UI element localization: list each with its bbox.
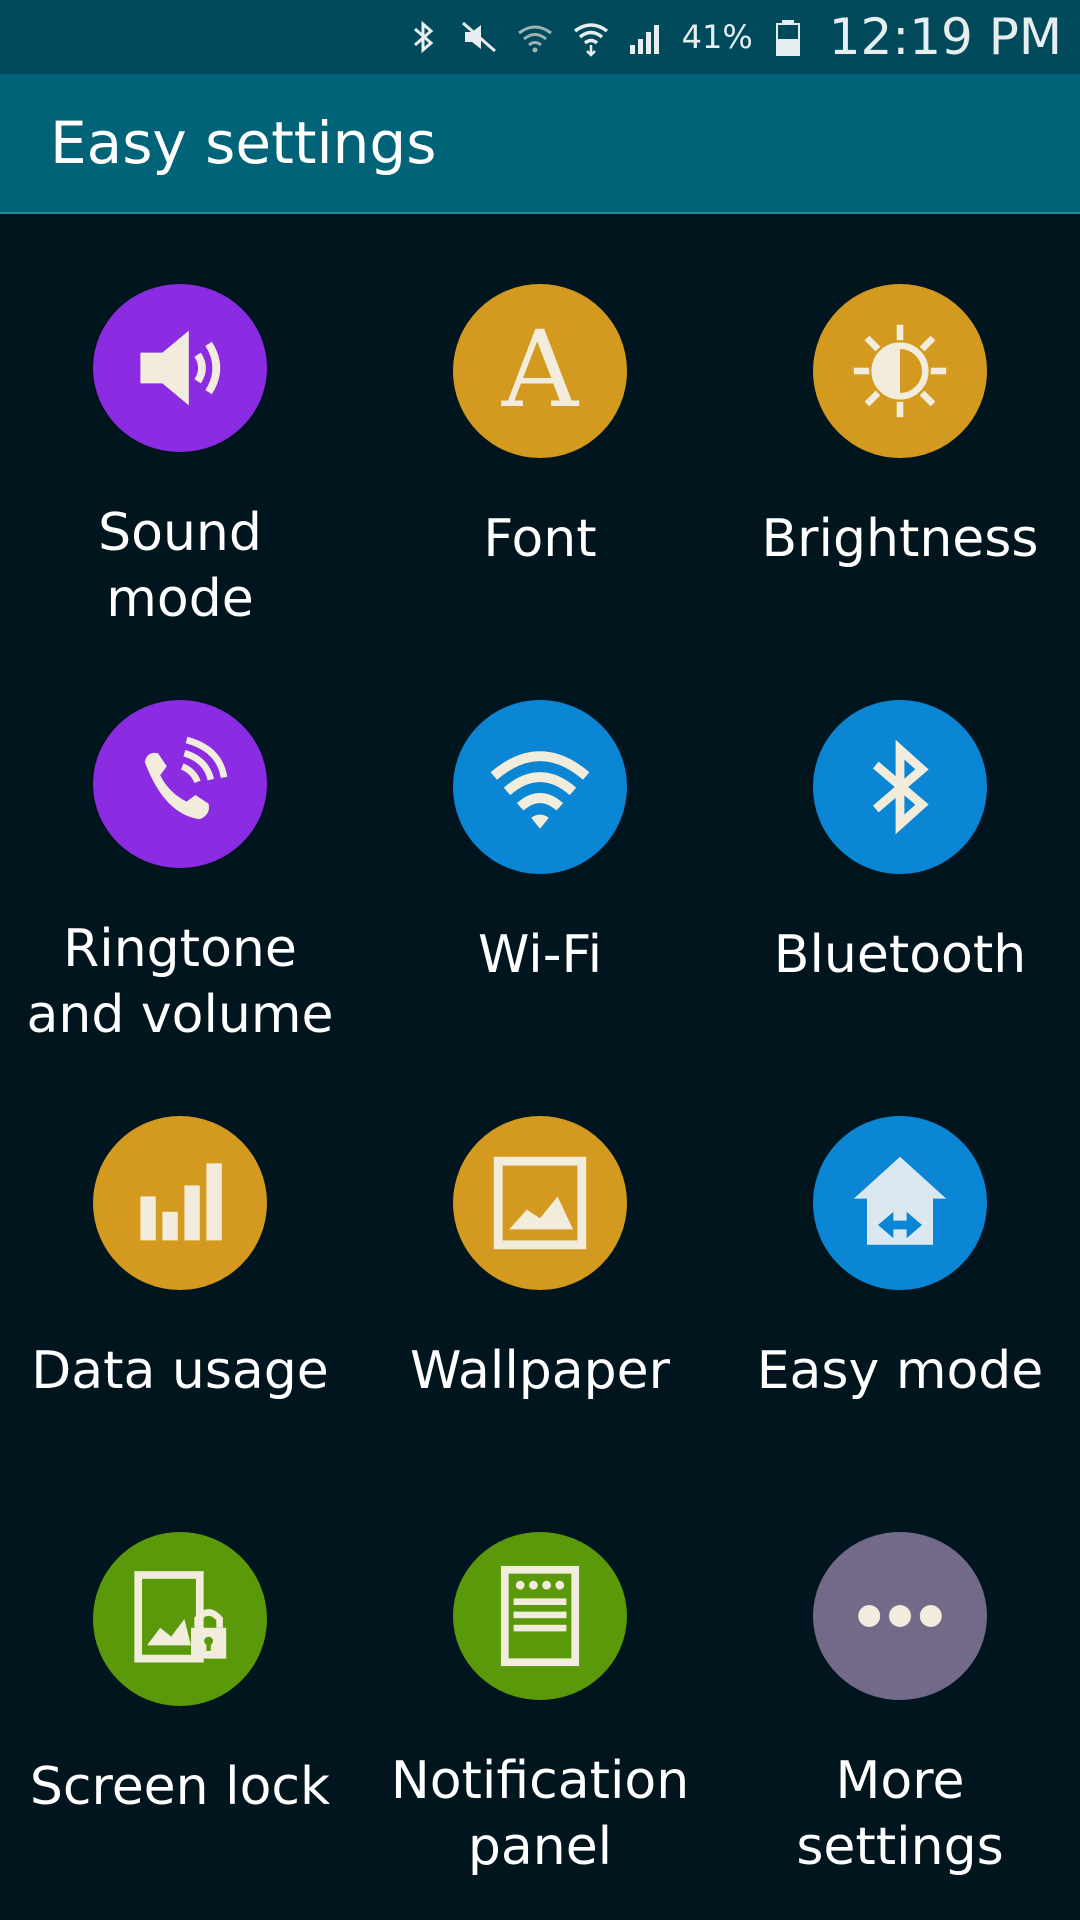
setting-sound-mode[interactable]: Sound mode xyxy=(0,216,360,632)
page-title: Easy settings xyxy=(50,109,437,177)
setting-label: Wallpaper xyxy=(409,1341,671,1401)
brightness-icon xyxy=(813,284,987,458)
font-icon: A xyxy=(453,284,627,458)
battery-icon xyxy=(767,16,809,58)
setting-label: Data usage xyxy=(31,1341,329,1401)
easy-mode-icon xyxy=(813,1116,987,1290)
wifi-icon xyxy=(453,700,627,874)
setting-label: More settings xyxy=(796,1751,1004,1877)
ringtone-icon xyxy=(93,700,267,868)
screen-lock-icon xyxy=(93,1532,267,1706)
action-bar: Easy settings xyxy=(0,74,1080,214)
setting-wallpaper[interactable]: Wallpaper xyxy=(360,1048,720,1464)
notification-panel-icon xyxy=(453,1532,627,1700)
setting-label: Screen lock xyxy=(29,1757,331,1817)
battery-percent: 41% xyxy=(681,18,753,56)
setting-label: Ringtone and volume xyxy=(26,919,334,1045)
wifi-icon xyxy=(570,16,612,58)
setting-wifi[interactable]: Wi-Fi xyxy=(360,632,720,1048)
setting-label: Wi-Fi xyxy=(477,925,603,985)
setting-label: Easy mode xyxy=(756,1341,1044,1401)
setting-ringtone-volume[interactable]: Ringtone and volume xyxy=(0,632,360,1048)
wifi-off-icon xyxy=(514,16,556,58)
status-bar: 41% 12:19 PM xyxy=(0,0,1080,74)
bluetooth-icon xyxy=(813,700,987,874)
mute-icon xyxy=(458,16,500,58)
bluetooth-icon xyxy=(402,16,444,58)
settings-grid: Sound mode A Font Brightness Ringtone an… xyxy=(0,216,1080,1920)
svg-text:A: A xyxy=(501,316,580,426)
setting-more-settings[interactable]: More settings xyxy=(720,1464,1080,1880)
setting-easy-mode[interactable]: Easy mode xyxy=(720,1048,1080,1464)
setting-brightness[interactable]: Brightness xyxy=(720,216,1080,632)
clock: 12:19 PM xyxy=(828,8,1062,66)
setting-screen-lock[interactable]: Screen lock xyxy=(0,1464,360,1880)
setting-bluetooth[interactable]: Bluetooth xyxy=(720,632,1080,1048)
setting-data-usage[interactable]: Data usage xyxy=(0,1048,360,1464)
setting-font[interactable]: A Font xyxy=(360,216,720,632)
setting-label: Bluetooth xyxy=(773,925,1027,985)
setting-label: Sound mode xyxy=(98,503,262,629)
speaker-icon xyxy=(93,284,267,452)
setting-label: Brightness xyxy=(761,509,1039,569)
wallpaper-icon xyxy=(453,1116,627,1290)
setting-label: Notification panel xyxy=(390,1751,690,1877)
more-icon xyxy=(813,1532,987,1700)
signal-icon xyxy=(626,16,668,58)
setting-label: Font xyxy=(483,509,597,569)
data-usage-icon xyxy=(93,1116,267,1290)
setting-notification-panel[interactable]: Notification panel xyxy=(360,1464,720,1880)
